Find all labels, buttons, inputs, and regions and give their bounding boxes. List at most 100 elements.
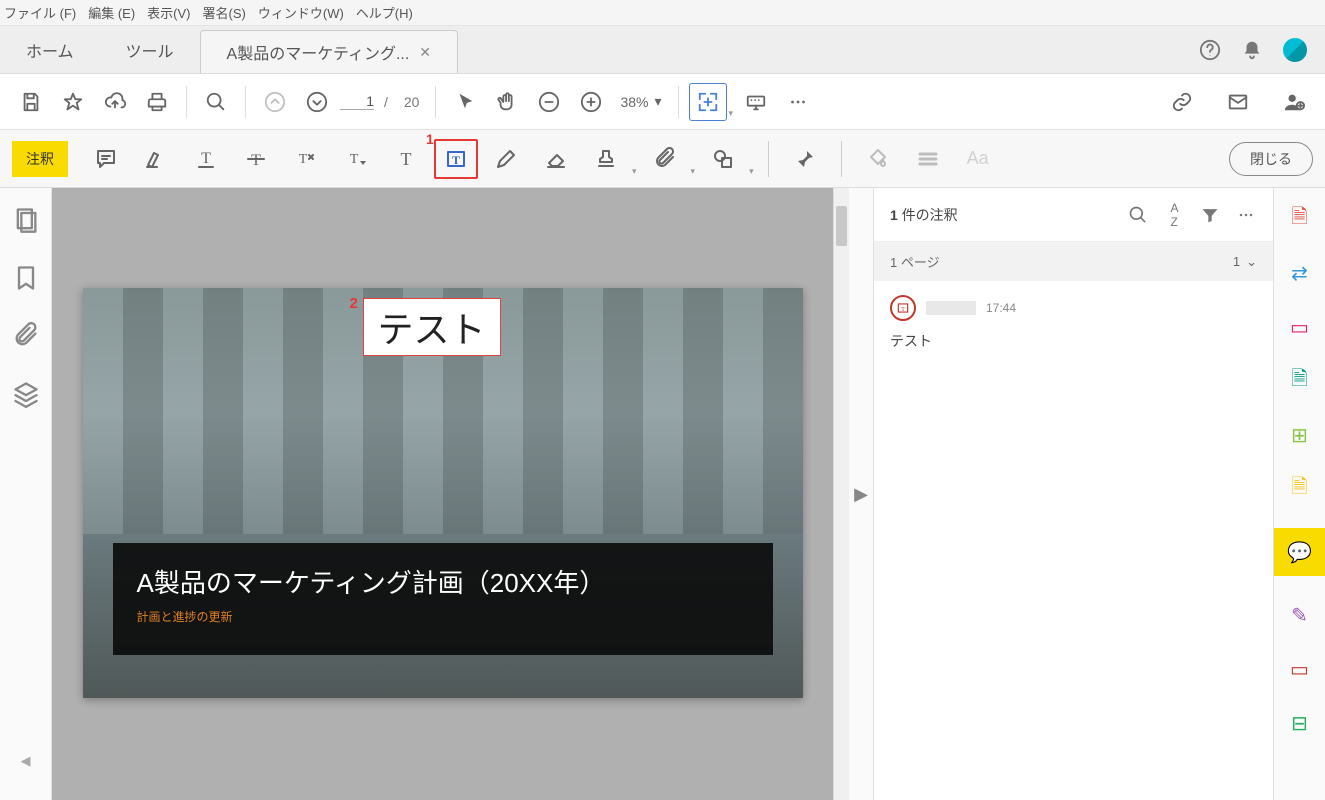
- line-style-icon[interactable]: [906, 139, 950, 179]
- export-pdf-icon[interactable]: ⇄: [1285, 258, 1315, 288]
- callout-marker-2: 2: [350, 295, 358, 312]
- search-comments-icon[interactable]: [1127, 204, 1149, 226]
- svg-text:T: T: [299, 152, 308, 167]
- menu-window[interactable]: ウィンドウ(W): [258, 3, 344, 22]
- insert-text-icon[interactable]: T: [334, 139, 378, 179]
- edit-pdf-icon[interactable]: ▭: [1285, 312, 1315, 342]
- document-canvas: 2 テスト A製品のマーケティング計画（20XX年） 計画と進捗の更新 ▶: [52, 188, 873, 800]
- svg-text:T: T: [251, 152, 261, 169]
- attachment-panel-icon[interactable]: [12, 322, 40, 350]
- filter-icon[interactable]: [1199, 204, 1221, 226]
- add-text-icon[interactable]: T: [384, 139, 428, 179]
- title-overlay: A製品のマーケティング計画（20XX年） 計画と進捗の更新: [113, 543, 773, 655]
- keyboard-icon[interactable]: [737, 83, 775, 121]
- page-number-input[interactable]: [340, 93, 374, 110]
- tab-bar: ホーム ツール A製品のマーケティング... ✕: [0, 26, 1325, 74]
- chevron-down-icon[interactable]: ▾: [749, 166, 754, 177]
- content-area: ◀ 2 テスト A製品のマーケティング計画（20XX年） 計画と進捗の更新 ▶ …: [0, 188, 1325, 800]
- help-icon[interactable]: [1199, 39, 1221, 61]
- thumbnails-icon[interactable]: [12, 206, 40, 234]
- svg-text:T: T: [201, 150, 211, 167]
- hand-tool-icon[interactable]: [488, 83, 526, 121]
- selection-tool-icon[interactable]: [446, 83, 484, 121]
- tab-document[interactable]: A製品のマーケティング... ✕: [200, 30, 458, 73]
- vertical-scrollbar[interactable]: [833, 188, 849, 800]
- more-options-icon[interactable]: [1235, 204, 1257, 226]
- zoom-out-icon[interactable]: [530, 83, 568, 121]
- find-icon[interactable]: [197, 83, 235, 121]
- stamp-icon[interactable]: [584, 139, 628, 179]
- sign-tool-icon[interactable]: ✎: [1285, 600, 1315, 630]
- link-icon[interactable]: [1163, 83, 1201, 121]
- layers-icon[interactable]: [12, 380, 40, 408]
- chevron-down-icon[interactable]: ▾: [691, 166, 696, 177]
- share-user-icon[interactable]: [1275, 83, 1313, 121]
- expand-right-icon[interactable]: ▶: [849, 188, 873, 800]
- zoom-in-icon[interactable]: [572, 83, 610, 121]
- tab-close-icon[interactable]: ✕: [419, 44, 431, 61]
- redact-icon[interactable]: ▭: [1285, 654, 1315, 684]
- attachment-icon[interactable]: [643, 139, 687, 179]
- tab-home[interactable]: ホーム: [0, 26, 100, 73]
- save-icon[interactable]: [12, 83, 50, 121]
- chevron-down-icon: ⌄: [1246, 254, 1257, 270]
- print-icon[interactable]: [138, 83, 176, 121]
- fill-sign-icon[interactable]: 🗎: [1285, 474, 1315, 504]
- section-label: 1 ページ: [890, 252, 940, 271]
- mail-icon[interactable]: [1219, 83, 1257, 121]
- bookmark-icon[interactable]: [12, 264, 40, 292]
- tab-tools[interactable]: ツール: [100, 26, 200, 73]
- separator: [245, 86, 246, 118]
- expand-left-icon[interactable]: ◀: [12, 747, 40, 775]
- comment-meta: T 17:44: [890, 295, 1257, 321]
- sticky-note-icon[interactable]: [84, 139, 128, 179]
- chevron-down-icon[interactable]: ▾: [729, 108, 734, 119]
- highlight-icon[interactable]: [134, 139, 178, 179]
- page-up-icon[interactable]: [256, 83, 294, 121]
- comment-tool-icon[interactable]: 💬: [1274, 528, 1325, 576]
- pencil-icon[interactable]: [484, 139, 528, 179]
- fill-color-icon[interactable]: [856, 139, 900, 179]
- text-annotation[interactable]: 2 テスト: [363, 298, 501, 356]
- canvas-scroll[interactable]: 2 テスト A製品のマーケティング計画（20XX年） 計画と進捗の更新: [52, 188, 833, 800]
- chevron-down-icon[interactable]: ▾: [632, 166, 637, 177]
- section-count: 1: [1233, 254, 1240, 269]
- fit-page-icon[interactable]: [689, 83, 727, 121]
- menu-help[interactable]: ヘルプ(H): [356, 3, 413, 22]
- pin-icon[interactable]: [783, 139, 827, 179]
- replace-text-icon[interactable]: T: [284, 139, 328, 179]
- comments-section-header[interactable]: 1 ページ 1 ⌄: [874, 242, 1273, 281]
- close-annotation-button[interactable]: 閉じる: [1229, 142, 1313, 176]
- menu-view[interactable]: 表示(V): [147, 3, 190, 22]
- sort-icon[interactable]: AZ: [1163, 204, 1185, 226]
- star-icon[interactable]: [54, 83, 92, 121]
- zoom-value: 38%: [620, 94, 648, 110]
- comment-text: テスト: [890, 331, 1257, 351]
- protect-icon[interactable]: ⊟: [1285, 708, 1315, 738]
- comments-panel: 1 件の注釈 AZ 1 ページ 1 ⌄ T 17:44 テスト: [873, 188, 1273, 800]
- page-down-icon[interactable]: [298, 83, 336, 121]
- combine-files-icon[interactable]: 🗎: [1285, 366, 1315, 396]
- text-box-icon[interactable]: 1 T: [434, 139, 478, 179]
- menu-edit[interactable]: 編集 (E): [88, 3, 135, 22]
- menu-sign[interactable]: 署名(S): [203, 3, 246, 22]
- text-style-icon[interactable]: Aa: [956, 139, 1000, 179]
- comment-item[interactable]: T 17:44 テスト: [874, 281, 1273, 365]
- more-icon[interactable]: [779, 83, 817, 121]
- strikethrough-icon[interactable]: T: [234, 139, 278, 179]
- organize-pages-icon[interactable]: ⊞: [1285, 420, 1315, 450]
- zoom-select[interactable]: 38% ▾: [614, 93, 667, 110]
- toolbar-right: [1163, 83, 1313, 121]
- page-1[interactable]: 2 テスト A製品のマーケティング計画（20XX年） 計画と進捗の更新: [83, 288, 803, 698]
- bell-icon[interactable]: [1241, 39, 1263, 61]
- cloud-upload-icon[interactable]: [96, 83, 134, 121]
- scrollbar-thumb[interactable]: [836, 206, 847, 246]
- shapes-icon[interactable]: [701, 139, 745, 179]
- chevron-down-icon: ▾: [655, 93, 662, 110]
- create-pdf-icon[interactable]: 🗎: [1285, 204, 1315, 234]
- svg-text:T: T: [452, 153, 460, 167]
- underline-icon[interactable]: T: [184, 139, 228, 179]
- eraser-icon[interactable]: [534, 139, 578, 179]
- menu-file[interactable]: ファイル (F): [4, 3, 76, 22]
- user-avatar[interactable]: [1283, 38, 1307, 62]
